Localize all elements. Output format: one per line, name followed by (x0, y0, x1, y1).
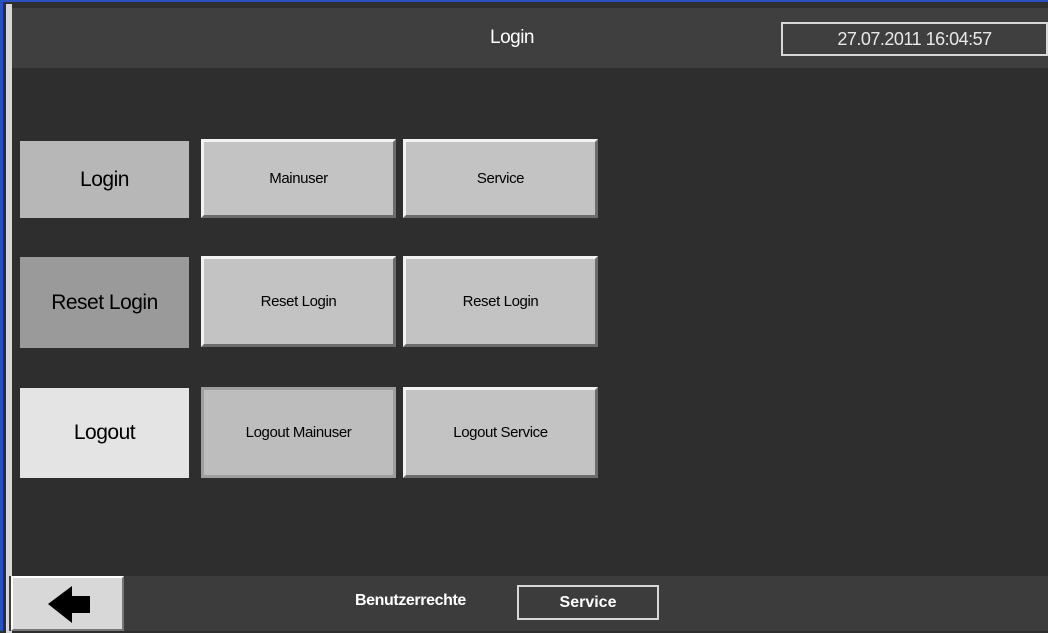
app-window: Login 27.07.2011 16:04:57 Login Mainuser… (0, 0, 1048, 633)
logout-service-button[interactable]: Logout Service (403, 387, 598, 478)
reset-login-service-button[interactable]: Reset Login (403, 256, 598, 347)
user-rights-label: Benutzerrechte (355, 592, 466, 609)
reset-login-mainuser-button[interactable]: Reset Login (201, 256, 396, 347)
login-mainuser-button[interactable]: Mainuser (201, 139, 396, 218)
back-button[interactable] (11, 576, 124, 631)
reset-login-row-label: Reset Login (20, 257, 189, 348)
back-arrow-icon (48, 586, 90, 623)
user-rights-value: Service (517, 585, 659, 620)
datetime-display: 27.07.2011 16:04:57 (781, 22, 1048, 56)
header-bar: Login 27.07.2011 16:04:57 (12, 8, 1048, 68)
login-row-label: Login (20, 141, 189, 218)
left-edge-strip (6, 4, 12, 633)
logout-row-label: Logout (20, 388, 189, 478)
login-service-button[interactable]: Service (403, 139, 598, 218)
logout-mainuser-button[interactable]: Logout Mainuser (201, 387, 396, 478)
